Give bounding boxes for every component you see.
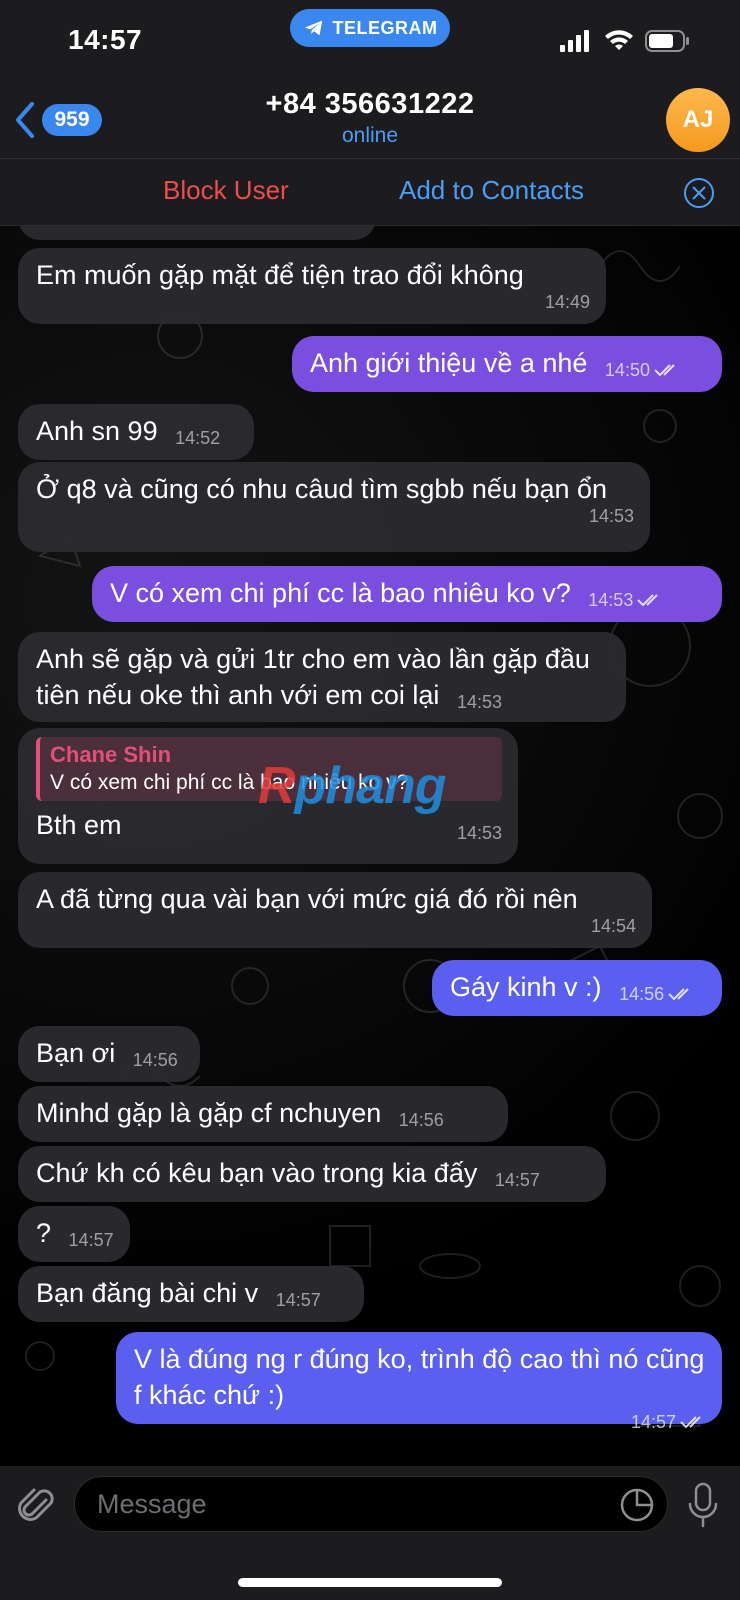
message-time: 14:57 <box>494 1170 540 1190</box>
status-time: 14:57 <box>68 24 143 55</box>
watermark-first: R <box>258 757 296 815</box>
double-check-icon <box>668 988 689 1001</box>
message-time: 14:53 <box>588 590 634 610</box>
telegram-pill[interactable]: TELEGRAM <box>290 9 450 47</box>
message-incoming[interactable]: Anh sn 99 14:52 <box>18 404 254 460</box>
message-outgoing[interactable]: Gáy kinh v :) 14:56 <box>432 960 722 1016</box>
close-circle-icon[interactable] <box>683 177 715 209</box>
list-item[interactable] <box>18 226 376 240</box>
paperclip-icon[interactable] <box>16 1486 58 1528</box>
message-time: 14:57 <box>630 1412 676 1432</box>
message-text: Bạn đăng bài chi v <box>36 1278 259 1308</box>
microphone-icon[interactable] <box>686 1482 720 1528</box>
contact-action-bar: Block User Add to Contacts <box>0 158 740 226</box>
chat-header: 959 +84 356631222 online AJ <box>0 82 740 158</box>
message-time: 14:56 <box>398 1110 444 1130</box>
block-user-button[interactable]: Block User <box>163 175 289 206</box>
message-list[interactable]: Em muốn gặp mặt để tiện trao đổi không 1… <box>0 226 740 1466</box>
message-input[interactable] <box>74 1476 668 1532</box>
message-incoming[interactable]: Chứ kh có kêu bạn vào trong kia đấy 14:5… <box>18 1146 606 1202</box>
message-time: 14:50 <box>604 360 650 380</box>
watermark-logo: Rphang <box>258 756 447 816</box>
composer <box>0 1466 740 1600</box>
message-text: ? <box>36 1218 52 1248</box>
message-text: Ở q8 và cũng có nhu câud tìm sgbb nếu bạ… <box>36 474 608 504</box>
double-check-icon <box>637 594 659 607</box>
message-incoming[interactable]: ? 14:57 <box>18 1206 130 1262</box>
signal-icon <box>560 30 589 52</box>
message-time: 14:56 <box>132 1050 178 1070</box>
message-time: 14:52 <box>175 428 221 448</box>
message-text: Anh giới thiệu về a nhé <box>310 348 588 378</box>
message-meta: 14:53 <box>588 582 663 618</box>
message-meta: 14:57 <box>144 1409 706 1435</box>
status-bar: 14:57 TELEGRAM <box>0 0 740 82</box>
add-to-contacts-button[interactable]: Add to Contacts <box>399 175 584 206</box>
message-text: Anh sẽ gặp và gửi 1tr cho em vào lần gặp… <box>36 644 590 710</box>
message-incoming[interactable]: Anh sẽ gặp và gửi 1tr cho em vào lần gặp… <box>18 632 626 722</box>
message-text: A đã từng qua vài bạn với mức giá đó rồi… <box>36 884 578 914</box>
message-text: Minhd gặp là gặp cf nchuyen <box>36 1098 382 1128</box>
message-time: 14:53 <box>588 506 634 526</box>
message-meta: 14:50 <box>605 352 680 388</box>
battery-icon <box>645 30 689 52</box>
message-incoming[interactable]: Bạn ơi 14:56 <box>18 1026 200 1082</box>
message-text: Chứ kh có kêu bạn vào trong kia đấy <box>36 1158 478 1188</box>
watermark-rest: phang <box>294 757 447 815</box>
message-text: Anh sn 99 <box>36 416 158 446</box>
avatar[interactable]: AJ <box>666 88 730 152</box>
message-text: V là đúng ng r đúng ko, trình độ cao thì… <box>134 1344 705 1410</box>
telegram-icon <box>304 20 322 36</box>
message-text: Bạn ơi <box>36 1038 116 1068</box>
message-text: Em muốn gặp mặt để tiện trao đổi không <box>36 260 524 290</box>
message-time: 14:56 <box>619 984 665 1004</box>
message-incoming[interactable]: Bạn đăng bài chi v 14:57 <box>18 1266 364 1322</box>
message-meta: 14:56 <box>619 976 694 1012</box>
message-incoming[interactable]: Minhd gặp là gặp cf nchuyen 14:56 <box>18 1086 508 1142</box>
message-outgoing[interactable]: Anh giới thiệu về a nhé 14:50 <box>292 336 722 392</box>
message-time: 14:57 <box>275 1290 321 1310</box>
double-check-icon <box>654 364 675 377</box>
message-outgoing[interactable]: V là đúng ng r đúng ko, trình độ cao thì… <box>116 1332 722 1432</box>
message-text: Gáy kinh v :) <box>450 972 602 1002</box>
message-incoming[interactable]: A đã từng qua vài bạn với mức giá đó rồi… <box>18 872 652 948</box>
message-text: V có xem chi phí cc là bao nhiêu ko v? <box>110 578 571 608</box>
wifi-icon <box>605 30 633 50</box>
message-time: 14:49 <box>544 292 590 312</box>
message-time: 14:53 <box>456 823 502 843</box>
telegram-pill-label: TELEGRAM <box>332 17 438 38</box>
double-check-icon <box>680 1416 701 1429</box>
message-incoming[interactable]: Em muốn gặp mặt để tiện trao đổi không 1… <box>18 248 606 324</box>
message-time: 14:54 <box>590 916 636 936</box>
message-incoming[interactable]: Ở q8 và cũng có nhu câud tìm sgbb nếu bạ… <box>18 462 650 552</box>
chat-status: online <box>341 124 399 147</box>
sticker-icon[interactable] <box>620 1488 654 1522</box>
home-indicator[interactable] <box>238 1578 502 1587</box>
message-time: 14:57 <box>68 1230 114 1250</box>
message-text: Bth em <box>36 810 122 840</box>
chat-title[interactable]: +84 356631222 <box>0 88 740 121</box>
message-time: 14:53 <box>456 692 502 712</box>
message-outgoing[interactable]: V có xem chi phí cc là bao nhiêu ko v? 1… <box>92 566 722 622</box>
